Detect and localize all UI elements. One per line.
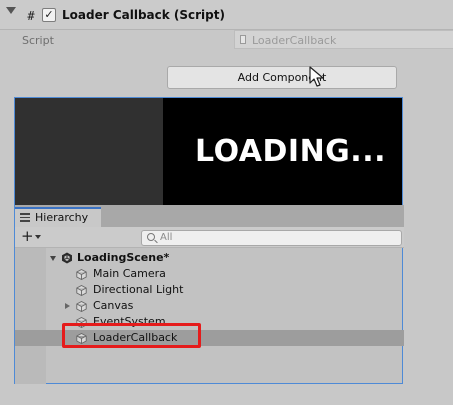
list-item-directional-light[interactable]: Directional Light [15,282,404,298]
component-enabled-checkbox[interactable]: ✓ [42,8,56,22]
list-item-label: Main Camera [93,267,166,280]
highlight-annotation-box [62,323,201,348]
loading-text: LOADING... [195,134,386,169]
list-item-label: Directional Light [93,283,184,296]
list-item-main-camera[interactable]: Main Camera [15,266,404,282]
hierarchy-toolbar: + All [15,227,404,248]
hierarchy-panel: Hierarchy + All LoadingScene* Main Camer… [14,205,404,384]
game-view-dark-panel [15,98,163,206]
scene-name: LoadingScene* [77,251,170,264]
mouse-cursor-icon [309,66,324,87]
list-item-canvas[interactable]: Canvas [15,298,404,314]
search-placeholder: All [160,232,173,243]
tab-hierarchy-label: Hierarchy [35,211,89,224]
script-field-label: Script [22,34,54,47]
list-item-label: Canvas [93,299,134,312]
script-field-value: LoaderCallback [252,34,337,47]
hierarchy-tree: LoadingScene* Main Camera Directional Li… [15,248,404,384]
script-icon: # [27,9,35,23]
tab-hierarchy[interactable]: Hierarchy [15,207,101,227]
search-icon [147,233,155,241]
add-component-button[interactable]: Add Component [167,66,397,89]
foldout-arrow-icon[interactable] [6,7,16,14]
script-object-field[interactable]: LoaderCallback [234,30,453,49]
gameobject-cube-icon [76,285,87,296]
hierarchy-tab-bar: Hierarchy [15,205,404,227]
component-title: Loader Callback (Script) [62,8,225,22]
game-view: LOADING... [14,97,403,206]
dropdown-arrow-icon[interactable] [35,235,41,239]
list-icon [20,213,30,222]
add-icon[interactable]: + [21,229,34,244]
scene-foldout-icon[interactable] [50,256,56,261]
hierarchy-search-input[interactable]: All [141,230,402,246]
canvas-foldout-icon[interactable] [65,303,70,309]
unity-scene-icon [62,252,72,264]
scene-row[interactable]: LoadingScene* [15,250,404,266]
gameobject-cube-icon [76,269,87,280]
gameobject-cube-icon [76,301,87,312]
component-header[interactable]: # ✓ Loader Callback (Script) [0,0,453,30]
script-file-icon [240,35,246,44]
